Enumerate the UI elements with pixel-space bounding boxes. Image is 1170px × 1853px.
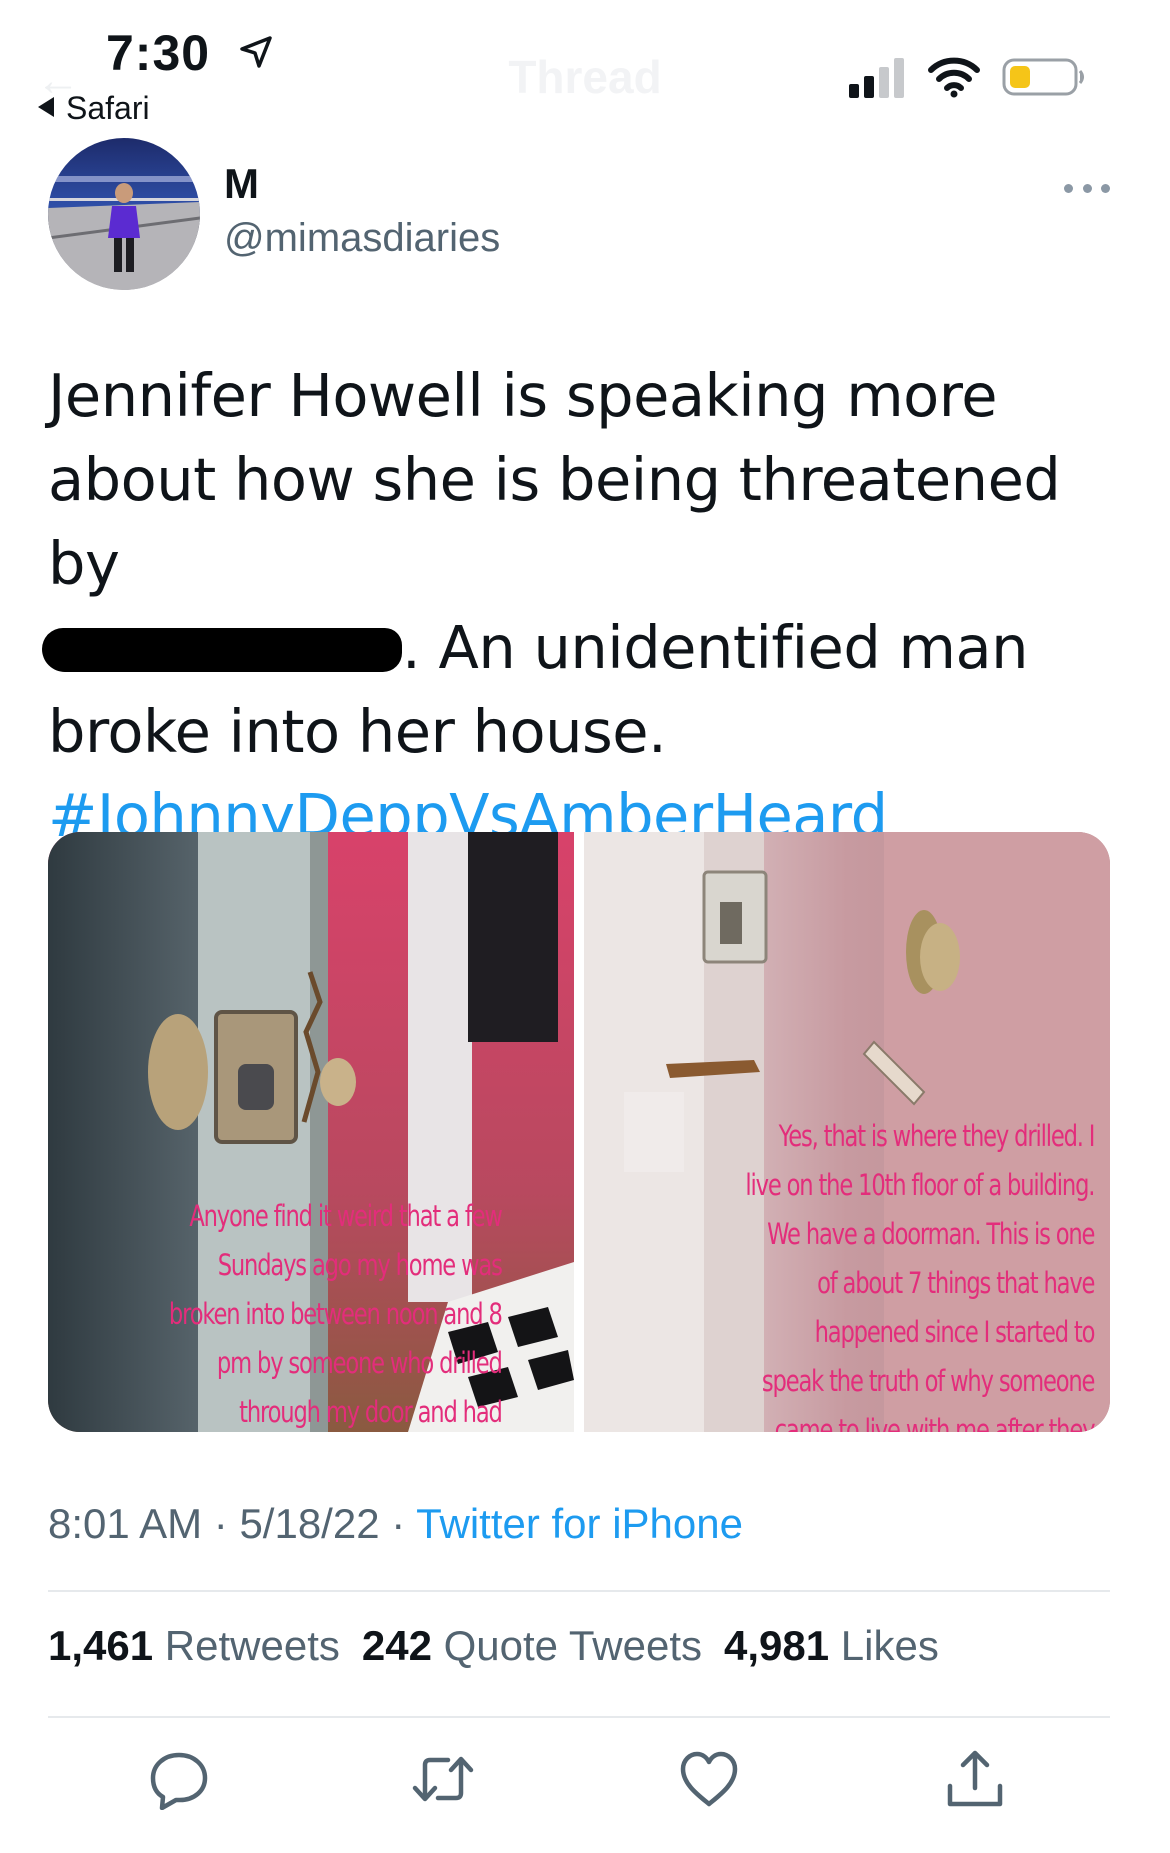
meta-separator: · [213, 1500, 240, 1547]
more-dot [1064, 183, 1073, 193]
tweet-time: 8:01 AM [48, 1500, 203, 1547]
avatar[interactable] [48, 138, 200, 290]
retweets-stat[interactable]: 1,461 Retweets [48, 1622, 340, 1669]
likes-label: Likes [840, 1622, 939, 1669]
tweet-text-fragment: . An unidentified man [402, 613, 1029, 682]
image-caption-left: Anyone find it weird that a few Sundays … [169, 1199, 503, 1429]
more-icon[interactable] [1064, 168, 1110, 208]
author-handle[interactable]: @mimasdiaries [224, 216, 500, 261]
media-image-left[interactable]: Anyone find it weird that a few Sundays … [48, 832, 574, 1432]
status-bar: ← Thread 7:30 Safari [0, 0, 1170, 130]
quotes-stat[interactable]: 242 Quote Tweets [362, 1622, 702, 1669]
tweet-text-line: broke into her house. [48, 697, 667, 766]
more-dot [1082, 183, 1092, 193]
tweet-date: 5/18/22 [239, 1500, 380, 1547]
wifi-icon [928, 57, 980, 98]
tweet-media: Anyone find it weird that a few Sundays … [48, 832, 1110, 1432]
tweet-meta: 8:01 AM · 5/18/22 · Twitter for iPhone [48, 1500, 743, 1548]
media-image-right[interactable]: Yes, that is where they drilled. I live … [584, 832, 1110, 1432]
divider [48, 1590, 1110, 1592]
signal-icon [849, 58, 904, 98]
back-app-label: Safari [66, 90, 150, 126]
likes-stat[interactable]: 4,981 Likes [724, 1622, 939, 1669]
battery-icon [1002, 58, 1084, 96]
retweet-icon[interactable] [412, 1748, 474, 1810]
reply-icon[interactable] [148, 1748, 210, 1810]
tweet-text-line: . An unidentified man [42, 606, 1128, 690]
tweet-text: Jennifer Howell is speaking more about h… [42, 354, 1128, 858]
more-dot [1101, 183, 1110, 193]
author-name[interactable]: M [224, 160, 259, 208]
meta-separator: · [391, 1500, 417, 1547]
tweet-stats: 1,461 Retweets 242 Quote Tweets 4,981 Like… [48, 1622, 939, 1670]
image-caption-right: Yes, that is where they drilled. I live … [745, 1119, 1095, 1432]
likes-count: 4,981 [724, 1622, 830, 1669]
back-to-safari[interactable]: Safari [38, 90, 150, 127]
status-time: 7:30 [106, 25, 211, 81]
tweet-actions [0, 1748, 1170, 1814]
retweets-label: Retweets [164, 1622, 340, 1669]
tweet-text-line: about how she is being threatened by [48, 445, 1061, 598]
share-icon[interactable] [944, 1748, 1006, 1810]
retweets-count: 1,461 [48, 1622, 154, 1669]
tweet-source-link[interactable]: Twitter for iPhone [416, 1500, 743, 1547]
like-icon[interactable] [678, 1748, 740, 1810]
location-arrow-icon [240, 36, 272, 68]
redaction-mark [42, 628, 402, 672]
tweet-text-line: Jennifer Howell is speaking more [48, 361, 998, 430]
back-triangle-icon [38, 97, 54, 117]
quotes-label: Quote Tweets [443, 1622, 702, 1669]
quotes-count: 242 [361, 1622, 432, 1669]
divider [48, 1716, 1110, 1718]
